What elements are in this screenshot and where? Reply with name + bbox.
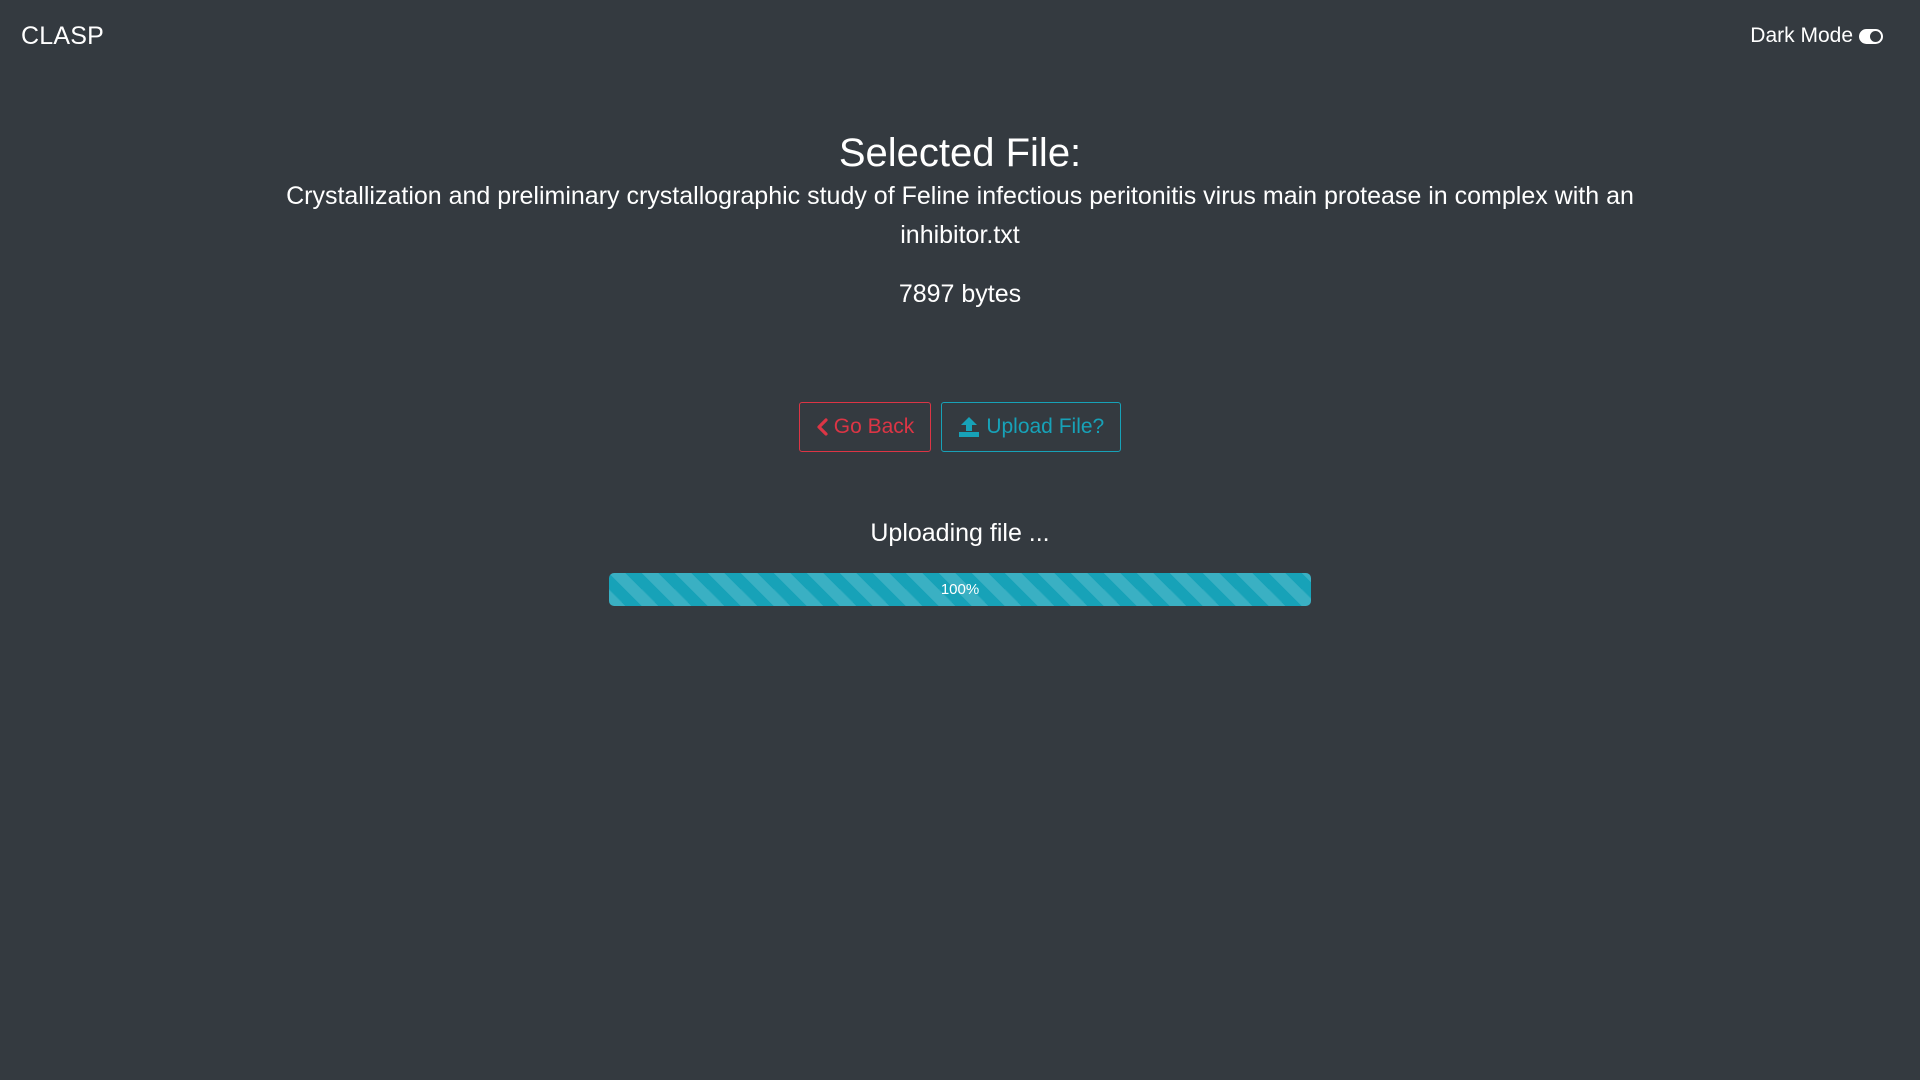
selected-file-name: Crystallization and preliminary crystall… [286,182,1634,249]
main-content: Selected File: Crystallization and preli… [0,129,1920,606]
progress-label: 100% [940,581,980,598]
upload-status: Uploading file ... [870,519,1050,547]
toggle-on-icon[interactable] [1859,28,1883,44]
upload-file-button[interactable]: Upload File? [941,402,1122,452]
upload-icon [958,416,980,438]
go-back-label: Go Back [833,415,915,438]
page-title: Selected File: [838,131,1082,175]
chevron-left-icon [816,418,828,436]
upload-file-label: Upload File? [986,415,1105,438]
brand-logo[interactable]: CLASP [21,22,104,51]
go-back-button[interactable]: Go Back [798,402,932,452]
action-buttons: Go Back Upload File? [0,402,1920,452]
dark-mode-label: Dark Mode [1750,24,1853,47]
upload-progress: 100% [609,573,1311,606]
navbar: CLASP Dark Mode [0,0,1920,72]
dark-mode-toggle[interactable]: Dark Mode [1750,24,1883,48]
progress-bar: 100% [609,573,1311,606]
file-size: 7897 bytes [898,280,1022,308]
